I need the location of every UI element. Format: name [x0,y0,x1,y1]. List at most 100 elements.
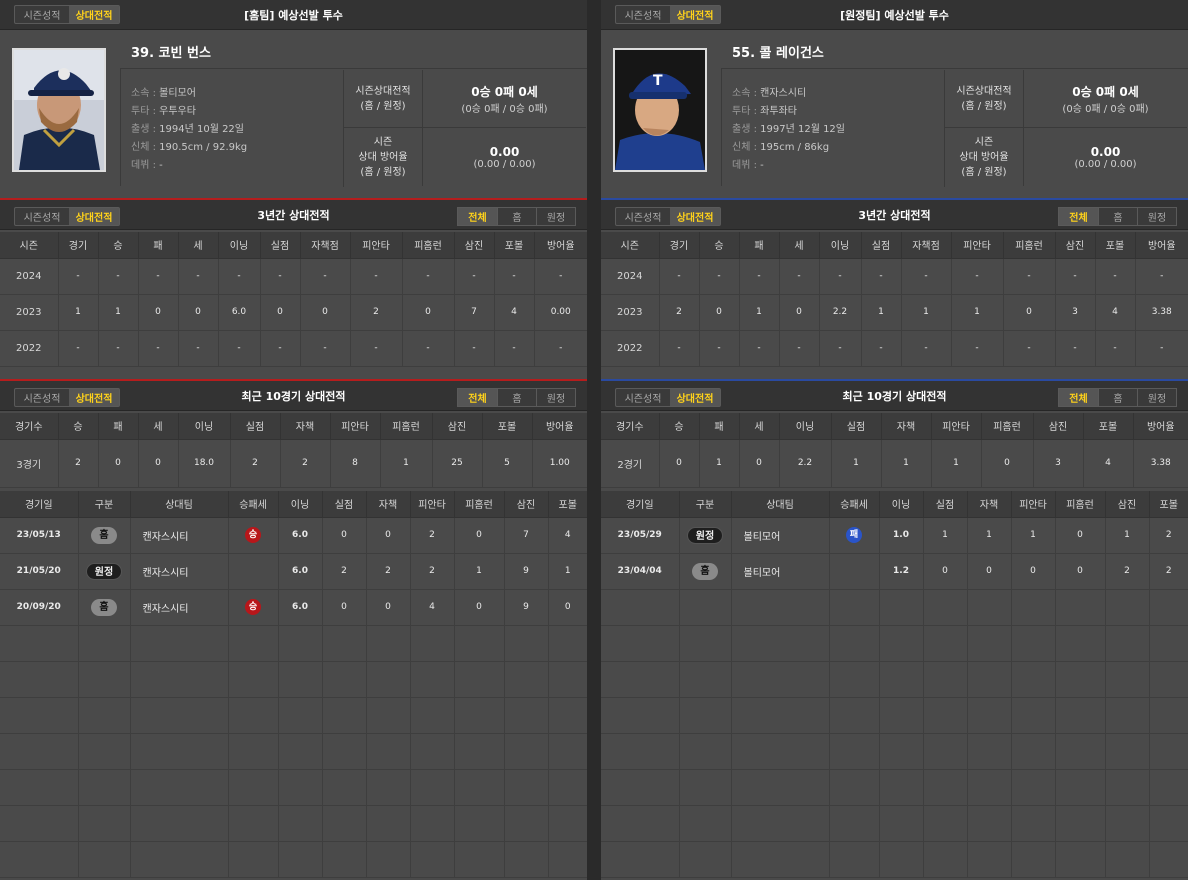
filter-home[interactable]: 홈 [1098,208,1137,225]
debut-label: 데뷔 [732,160,751,171]
filter-all[interactable]: 전체 [1059,208,1098,225]
stat-cell: 3 [1055,294,1096,331]
empty-cell [0,841,79,878]
tab-season-stats[interactable]: 시즌성적 [616,6,670,23]
tab-vs-record[interactable]: 상대전적 [670,389,720,406]
stat-cell: - [1055,258,1096,295]
column-header: 포볼 [548,491,587,518]
empty-cell [322,697,367,734]
recent-summary-table: 경기수 승 패 세 이닝 실점 자책 피안타 피홈런 삼진 포볼 방어율 3경기 2 0 0 18.0 2 2 8 1 2… [0,413,587,488]
empty-cell [228,805,279,842]
tab-vs-record[interactable]: 상대전적 [69,389,119,406]
header-row: 시즌 경기 승 패 세 이닝 실점 자책점 피안타 피홈런 삼진 포볼 방어율 [0,232,587,259]
filter-home[interactable]: 홈 [1098,389,1137,406]
stat-cell: 25 [432,439,483,488]
stat-cell: - [98,258,139,295]
tab-season-stats[interactable]: 시즌성적 [15,389,69,406]
empty-cell [454,769,505,806]
filter-away[interactable]: 원정 [536,389,575,406]
tab-vs-record[interactable]: 상대전적 [69,208,119,225]
era-split: (0.00 / 0.00) [473,158,536,170]
column-header: 포볼 [482,413,533,440]
empty-cell [228,697,279,734]
tab-season-stats[interactable]: 시즌성적 [15,6,69,23]
column-header: 방어율 [532,413,587,440]
game-log-table: 경기일 구분 상대팀 승패세 이닝 실점 자책 피안타 피홈런 삼진 포볼 23/05/13 홈 캔자스시… [0,491,587,878]
tab-season-stats[interactable]: 시즌성적 [616,389,670,406]
filter-all[interactable]: 전체 [458,389,497,406]
filter-home[interactable]: 홈 [497,389,536,406]
home-pitcher-panel: 시즌성적 상대전적 [홈팀] 예상선발 투수 39. 코빈 번스 소속 : 볼티… [0,0,587,880]
empty-cell [366,769,411,806]
tab-season-stats[interactable]: 시즌성적 [15,208,69,225]
table-row: 23/04/04 홈 볼티모어 1.2 0 0 0 0 2 2 [601,553,1188,590]
filter-all[interactable]: 전체 [1059,389,1098,406]
empty-cell [829,589,880,626]
empty-cell [1011,661,1056,698]
tab-vs-record[interactable]: 상대전적 [670,6,720,23]
stat-cell: - [1003,258,1056,295]
empty-cell [366,733,411,770]
empty-cell [923,733,968,770]
season-year: 2023 [0,294,59,331]
stat-cell: - [218,330,261,367]
filter-home[interactable]: 홈 [497,208,536,225]
filter-away[interactable]: 원정 [1137,389,1176,406]
empty-cell [731,697,830,734]
stat-cell: - [1135,258,1188,295]
tab-season-stats[interactable]: 시즌성적 [616,208,670,225]
tab-vs-record[interactable]: 상대전적 [670,208,720,225]
empty-cell [1149,697,1188,734]
column-header: 승패세 [228,491,279,518]
table-row: 23/05/13 홈 캔자스시티 승 6.0 0 0 2 0 7 4 [0,517,587,554]
header-row: 경기일 구분 상대팀 승패세 이닝 실점 자책 피안타 피홈런 삼진 포볼 [0,491,587,518]
empty-cell [967,733,1012,770]
table-row [0,661,587,698]
empty-cell [679,697,732,734]
column-header: 포볼 [1083,413,1134,440]
empty-cell [410,769,455,806]
empty-cell [278,805,323,842]
empty-cell [130,769,229,806]
column-header: 이닝 [178,413,231,440]
stat-cell: - [1055,330,1096,367]
pitcher-photo: T [613,48,707,172]
filter-away[interactable]: 원정 [1137,208,1176,225]
birth-label: 출생 [732,124,751,135]
home-badge: 홈 [91,526,117,544]
empty-cell [1105,625,1150,662]
empty-cell [679,805,732,842]
column-header: 피안타 [951,232,1004,259]
empty-cell [1055,625,1106,662]
stat-cell: 0 [1003,294,1056,331]
column-header: 경기 [58,232,99,259]
recent-filter: 전체 홈 원정 [1058,388,1177,407]
empty-cell [454,841,505,878]
debut-label: 데뷔 [131,160,150,171]
stat-cell: 0 [402,294,455,331]
home-badge: 홈 [692,562,718,580]
empty-cell [1055,769,1106,806]
stat-cell: - [901,330,952,367]
empty-cell [130,733,229,770]
empty-cell [829,805,880,842]
empty-cell [679,841,732,878]
empty-cell [731,733,830,770]
era-label-2: 상대 방어율 [959,151,1009,163]
game-result [228,553,279,590]
tab-vs-record[interactable]: 상대전적 [69,6,119,23]
column-header: 패 [739,232,780,259]
filter-away[interactable]: 원정 [536,208,575,225]
filter-all[interactable]: 전체 [458,208,497,225]
stat-cell: 7 [504,517,549,554]
column-header: 승 [58,413,99,440]
empty-cell [1055,589,1106,626]
body-value: 195cm / 86kg [760,142,830,153]
empty-cell [601,841,680,878]
stat-cell: - [454,258,495,295]
empty-cell [504,733,549,770]
recent-summary-table: 경기수 승 패 세 이닝 실점 자책 피안타 피홈런 삼진 포볼 방어율 2경기 0 1 0 2.2 1 1 1 0 3 4… [601,413,1188,488]
stat-cell: - [951,330,1004,367]
recent-filter: 전체 홈 원정 [457,388,576,407]
column-header: 이닝 [278,491,323,518]
